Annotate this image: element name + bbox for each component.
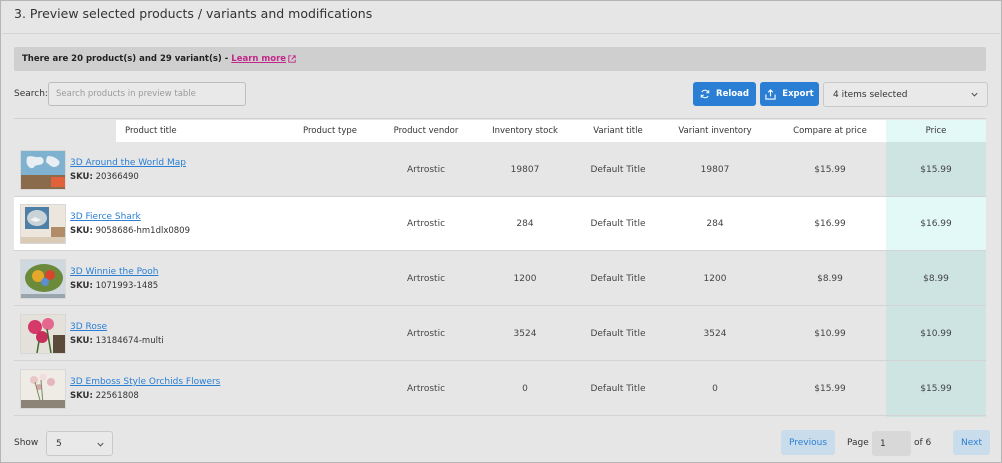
next-button[interactable]: Next <box>953 430 990 455</box>
vendor-cell: Artrostic <box>406 164 446 175</box>
preview-table: Product title Product type Product vendo… <box>14 118 986 417</box>
product-thumbnail <box>20 369 66 409</box>
sku-value: 22561808 <box>95 391 139 401</box>
product-title-link[interactable]: 3D Emboss Style Orchids Flowers <box>70 377 220 387</box>
variant-title-cell: Default Title <box>590 164 646 175</box>
sku-value: 9058686-hm1dlx0809 <box>95 226 190 236</box>
product-title-link[interactable]: 3D Around the World Map <box>70 158 186 168</box>
table-row: 3D Emboss Style Orchids Flowers SKU: 225… <box>14 362 986 416</box>
sku-label: SKU: <box>70 336 93 346</box>
price-cell: $15.99 <box>920 164 952 175</box>
col-variant-inventory: Variant inventory <box>678 126 752 136</box>
table-header: Product title Product type Product vendo… <box>116 120 886 142</box>
learn-more-label: Learn more <box>231 54 287 64</box>
product-thumbnail <box>20 314 66 354</box>
info-bar: There are 20 product(s) and 29 variant(s… <box>14 47 986 71</box>
product-sku: SKU: 13184674-multi <box>70 336 164 346</box>
product-thumbnail <box>20 204 66 244</box>
external-link-icon <box>288 55 296 63</box>
variant-inventory-cell: 19807 <box>700 164 730 175</box>
table-row: 3D Winnie the Pooh SKU: 1071993-1485 Art… <box>14 252 986 306</box>
stock-cell: 3524 <box>513 328 537 339</box>
product-sku: SKU: 22561808 <box>70 391 139 401</box>
vendor-cell: Artrostic <box>406 273 446 284</box>
variant-inventory-cell: 284 <box>706 218 724 229</box>
product-sku: SKU: 9058686-hm1dlx0809 <box>70 226 190 236</box>
sku-value: 20366490 <box>95 172 139 182</box>
compare-price-cell: $15.99 <box>814 383 846 394</box>
show-label: Show <box>14 438 39 448</box>
reload-icon <box>700 89 710 99</box>
price-column-header: Price <box>886 120 986 142</box>
product-title-link[interactable]: 3D Fierce Shark <box>70 212 141 222</box>
sku-label: SKU: <box>70 172 93 182</box>
variant-title-cell: Default Title <box>590 328 646 339</box>
table-row: 3D Rose SKU: 13184674-multi Artrostic 35… <box>14 307 986 361</box>
product-sku: SKU: 20366490 <box>70 172 139 182</box>
stock-cell: 1200 <box>513 273 537 284</box>
compare-price-cell: $15.99 <box>814 164 846 175</box>
compare-price-cell: $10.99 <box>814 328 846 339</box>
page-size-value: 5 <box>56 438 62 449</box>
col-inventory-stock: Inventory stock <box>492 126 558 136</box>
sku-label: SKU: <box>70 226 93 236</box>
stock-cell: 0 <box>522 383 528 394</box>
search-input[interactable] <box>48 82 246 106</box>
price-cell: $10.99 <box>920 328 952 339</box>
sku-label: SKU: <box>70 281 93 291</box>
col-product-vendor: Product vendor <box>393 126 459 136</box>
learn-more-link[interactable]: Learn more <box>231 54 296 64</box>
section-heading: 3. Preview selected products / variants … <box>14 6 373 21</box>
preview-panel: 3. Preview selected products / variants … <box>0 0 1002 463</box>
sku-value: 13184674-multi <box>95 336 164 346</box>
col-compare-at-price: Compare at price <box>793 126 867 136</box>
columns-select-value: 4 items selected <box>833 89 908 100</box>
export-label: Export <box>782 89 814 99</box>
stock-cell: 284 <box>516 218 534 229</box>
price-cell: $8.99 <box>923 273 949 284</box>
price-cell: $16.99 <box>920 218 952 229</box>
previous-button[interactable]: Previous <box>781 430 835 455</box>
col-product-type: Product type <box>303 126 357 136</box>
chevron-down-icon <box>971 92 978 97</box>
product-thumbnail <box>20 150 66 190</box>
variant-inventory-cell: 0 <box>712 383 718 394</box>
reload-button[interactable]: Reload <box>693 82 756 106</box>
product-title-link[interactable]: 3D Rose <box>70 322 107 332</box>
col-product-title: Product title <box>125 126 177 136</box>
chevron-down-icon <box>97 442 104 447</box>
page-size-select[interactable]: 5 <box>46 431 113 456</box>
vendor-cell: Artrostic <box>406 383 446 394</box>
price-cell: $15.99 <box>920 383 952 394</box>
export-button[interactable]: Export <box>760 82 819 106</box>
table-row: 3D Around the World Map SKU: 20366490 Ar… <box>14 143 986 197</box>
vendor-cell: Artrostic <box>406 218 446 229</box>
table-row: 3D Fierce Shark SKU: 9058686-hm1dlx0809 … <box>14 197 986 251</box>
sku-label: SKU: <box>70 391 93 401</box>
variant-title-cell: Default Title <box>590 273 646 284</box>
col-variant-title: Variant title <box>593 126 643 136</box>
reload-label: Reload <box>716 89 749 99</box>
vendor-cell: Artrostic <box>406 328 446 339</box>
col-price: Price <box>925 126 947 136</box>
stock-cell: 19807 <box>510 164 540 175</box>
page-number-input[interactable]: 1 <box>872 431 911 456</box>
compare-price-cell: $8.99 <box>817 273 843 284</box>
variant-title-cell: Default Title <box>590 218 646 229</box>
variant-inventory-cell: 1200 <box>703 273 727 284</box>
variant-inventory-cell: 3524 <box>703 328 727 339</box>
variant-title-cell: Default Title <box>590 383 646 394</box>
compare-price-cell: $16.99 <box>814 218 846 229</box>
info-text: There are 20 product(s) and 29 variant(s… <box>22 54 229 64</box>
sku-value: 1071993-1485 <box>95 281 159 291</box>
page-label: Page <box>847 438 869 448</box>
page-count: of 6 <box>914 438 932 448</box>
export-icon <box>765 88 776 100</box>
columns-select[interactable]: 4 items selected <box>823 82 988 107</box>
divider <box>2 33 1000 34</box>
product-title-link[interactable]: 3D Winnie the Pooh <box>70 267 158 277</box>
product-sku: SKU: 1071993-1485 <box>70 281 158 291</box>
product-thumbnail <box>20 259 66 299</box>
search-label: Search: <box>14 89 48 99</box>
